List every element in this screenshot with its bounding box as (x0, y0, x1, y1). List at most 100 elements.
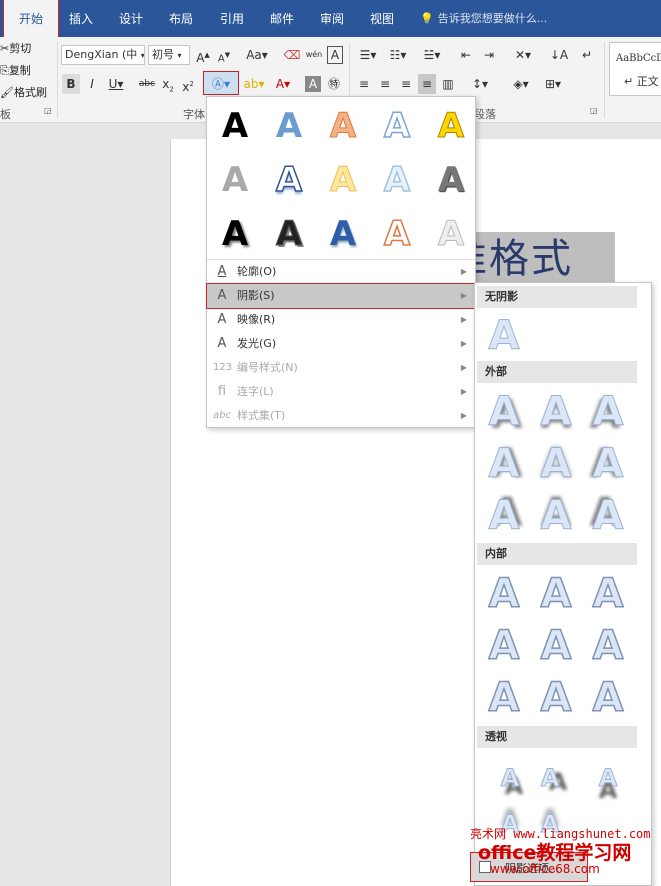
shadow-inner-9[interactable]: A (585, 673, 631, 723)
clear-format-icon[interactable]: ⌫ (283, 45, 301, 65)
effect-style-15[interactable]: A (425, 211, 477, 257)
superscript-button[interactable]: x2 (180, 74, 196, 94)
effect-style-14[interactable]: A (371, 211, 423, 257)
menu-item-ligatures[interactable]: fi 连字(L) ▶ (207, 380, 475, 404)
number-style-icon: 123 (213, 362, 233, 373)
strikethrough-button[interactable]: abc (136, 74, 158, 94)
text-effects-menu: A A A A A A A A A A A A A A A A 轮廓(O) ▶ A阴… (206, 96, 476, 428)
shadow-inner-3[interactable]: A (585, 569, 631, 619)
line-spacing-icon[interactable]: ↕▾ (467, 74, 493, 94)
copy-button[interactable]: ⎘复制 (0, 62, 31, 78)
tab-references[interactable]: 引用 (214, 0, 250, 37)
shadow-inner-6[interactable]: A (585, 621, 631, 671)
outline-icon: A (217, 264, 227, 279)
paragraph-launcher-icon[interactable]: ◲ (590, 106, 598, 115)
effect-style-1[interactable]: A (209, 103, 261, 149)
effect-style-11[interactable]: A (209, 211, 261, 257)
distributed-icon[interactable]: ▥ (439, 74, 457, 94)
align-center-icon[interactable]: ≡ (376, 74, 394, 94)
clipboard-launcher-icon[interactable]: ◲ (44, 106, 52, 115)
underline-button[interactable]: U▾ (104, 74, 128, 94)
menu-item-outline[interactable]: A 轮廓(O) ▶ (207, 260, 475, 284)
text-effects-button[interactable]: Ⓐ▾ (203, 71, 239, 95)
shadow-inner-1[interactable]: A (481, 569, 527, 619)
font-color-icon[interactable]: A▾ (272, 74, 294, 94)
menu-item-shadow[interactable]: A 阴影(S) ▶ (206, 283, 476, 309)
effect-style-4[interactable]: A (371, 103, 423, 149)
tab-review[interactable]: 审阅 (314, 0, 350, 37)
effect-style-8[interactable]: A (317, 157, 369, 203)
highlight-icon[interactable]: ab▾ (243, 74, 265, 94)
sort-icon[interactable]: ↓A (549, 45, 569, 65)
justify-icon[interactable]: ≡ (418, 74, 436, 94)
shadow-outer-1[interactable]: A (481, 387, 527, 437)
shadow-outer-2[interactable]: A (533, 387, 579, 437)
shadow-inner-7[interactable]: A (481, 673, 527, 723)
effect-style-9[interactable]: A (371, 157, 423, 203)
watermark-line2: office教程学习网 (478, 842, 632, 864)
shadow-perspective-3[interactable]: A (585, 753, 631, 803)
effect-style-2[interactable]: A (263, 103, 315, 149)
tell-me-search[interactable]: 💡 告诉我您想要做什么... (420, 0, 547, 37)
multilevel-list-icon[interactable]: ☱▾ (417, 45, 447, 65)
shadow-outer-4[interactable]: A (481, 439, 527, 489)
increase-indent-icon[interactable]: ⇥ (479, 45, 499, 65)
tab-view[interactable]: 视图 (364, 0, 400, 37)
shadow-inner-4[interactable]: A (481, 621, 527, 671)
effect-style-13[interactable]: A (317, 211, 369, 257)
char-shading-icon[interactable]: A (305, 76, 321, 92)
enclosed-char-icon[interactable]: ㊕ (325, 74, 343, 94)
effect-style-7[interactable]: A (263, 157, 315, 203)
tab-insert[interactable]: 插入 (64, 0, 98, 37)
effect-style-3[interactable]: A (317, 103, 369, 149)
subscript-button[interactable]: x2 (160, 74, 176, 94)
shadow-outer-9[interactable]: A (585, 491, 631, 541)
shadow-inner-5[interactable]: A (533, 621, 579, 671)
asian-layout-icon[interactable]: ✕▾ (508, 45, 538, 65)
shadow-outer-7[interactable]: A (481, 491, 527, 541)
borders-icon[interactable]: ⊞▾ (539, 74, 567, 94)
effect-style-5[interactable]: A (425, 103, 477, 149)
tab-mailings[interactable]: 邮件 (264, 0, 300, 37)
italic-button[interactable]: I (83, 74, 101, 94)
shadow-outer-6[interactable]: A (585, 439, 631, 489)
effect-style-10[interactable]: A (425, 157, 477, 203)
shadow-none-option[interactable]: A (481, 311, 527, 361)
shadow-submenu: 无阴影 A 外部 A A A A A A A A A 内部 A A A A A … (474, 282, 652, 886)
stylistic-set-icon: abc (213, 410, 231, 421)
decrease-indent-icon[interactable]: ⇤ (456, 45, 476, 65)
menu-item-number-style[interactable]: 123 编号样式(N) ▶ (207, 356, 475, 380)
effect-style-6[interactable]: A (209, 157, 261, 203)
shadow-outer-8[interactable]: A (533, 491, 579, 541)
align-left-icon[interactable]: ≡ (355, 74, 373, 94)
bold-button[interactable]: B (62, 74, 80, 94)
shadow-inner-2[interactable]: A (533, 569, 579, 619)
shadow-inner-8[interactable]: A (533, 673, 579, 723)
tab-design[interactable]: 设计 (113, 0, 149, 37)
shrink-font-icon[interactable]: A▼ (215, 45, 233, 65)
shadow-perspective-2[interactable]: A (527, 753, 573, 803)
show-marks-icon[interactable]: ↵ (578, 45, 596, 65)
font-size-combo[interactable]: 初号 ▾ (148, 45, 190, 65)
style-normal-tile[interactable]: AaBbCcD ↵ 正文 (609, 42, 661, 96)
menu-item-reflection[interactable]: A 映像(R) ▶ (207, 308, 475, 332)
tab-home[interactable]: 开始 (3, 0, 59, 38)
shadow-outer-5[interactable]: A (533, 439, 579, 489)
shading-icon[interactable]: ◈▾ (507, 74, 535, 94)
format-painter-button[interactable]: 🖌格式刷 (0, 84, 47, 100)
change-case-icon[interactable]: Aa▾ (243, 45, 271, 65)
effect-style-12[interactable]: A (263, 211, 315, 257)
shadow-outer-3[interactable]: A (585, 387, 631, 437)
numbering-icon[interactable]: ☷▾ (385, 45, 411, 65)
chevron-right-icon: ▶ (460, 363, 467, 372)
menu-item-glow[interactable]: A 发光(G) ▶ (207, 332, 475, 356)
font-name-combo[interactable]: DengXian (中 ▾ (61, 45, 145, 65)
bullets-icon[interactable]: ☰▾ (355, 45, 381, 65)
tab-layout[interactable]: 布局 (163, 0, 199, 37)
align-right-icon[interactable]: ≡ (397, 74, 415, 94)
char-border-icon[interactable]: A (327, 46, 343, 64)
menu-item-stylistic-sets[interactable]: abc 样式集(T) ▶ (207, 404, 475, 428)
grow-font-icon[interactable]: A▲ (194, 45, 212, 65)
cut-button[interactable]: ✂剪切 (0, 40, 31, 56)
phonetic-guide-icon[interactable]: wén (305, 45, 323, 65)
